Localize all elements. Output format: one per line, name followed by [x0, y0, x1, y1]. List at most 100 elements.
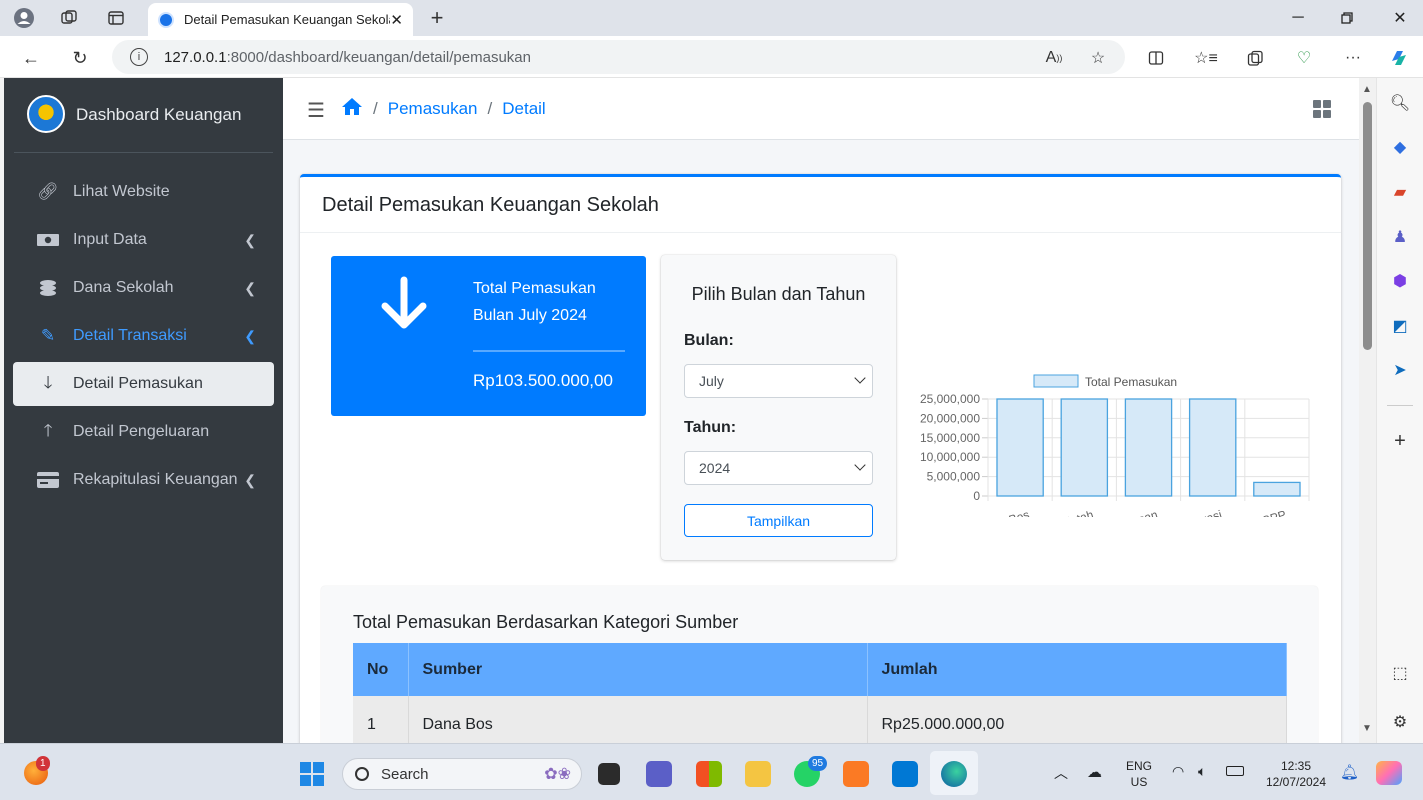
- wifi-icon[interactable]: ◠: [1172, 763, 1184, 780]
- chevron-down-icon: [854, 459, 866, 471]
- page-scrollbar[interactable]: ▲ ▼: [1359, 78, 1376, 743]
- games-icon[interactable]: ♟: [1389, 226, 1411, 248]
- close-window-icon[interactable]: ✕: [1386, 4, 1414, 32]
- site-info-icon[interactable]: i: [130, 48, 148, 66]
- tab-title: Detail Pemasukan Keuangan Sekolah: [184, 12, 391, 27]
- filter-card: Pilih Bulan dan Tahun Bulan: July Tahun:…: [661, 255, 896, 560]
- notification-badge: 1: [36, 756, 50, 771]
- main-content: ☰ / Pemasukan / Detail Detail Pemasukan …: [283, 78, 1359, 743]
- year-select[interactable]: 2024: [684, 451, 873, 485]
- cell-sumber: Dana Bos: [408, 696, 868, 743]
- battery-icon[interactable]: [1226, 766, 1244, 776]
- coins-icon: [35, 279, 61, 297]
- tampilkan-button[interactable]: Tampilkan: [684, 504, 873, 537]
- profile-icon[interactable]: [12, 6, 36, 30]
- microsoft-365-icon[interactable]: ⬢: [1389, 270, 1411, 292]
- clock-time: 12:35: [1280, 759, 1312, 773]
- workspaces-icon[interactable]: [57, 6, 81, 30]
- sidebar-item-dana-sekolah[interactable]: Dana Sekolah ❮: [13, 266, 274, 310]
- hamburger-menu-icon[interactable]: ☰: [307, 98, 325, 123]
- info-title-line2: Bulan July 2024: [473, 307, 587, 324]
- brand-text: Dashboard Keuangan: [76, 105, 242, 124]
- restore-icon[interactable]: [1333, 4, 1361, 32]
- sidebar-item-label: Detail Pemasukan: [73, 375, 203, 392]
- clock[interactable]: 12:35 12/07/2024: [1256, 758, 1336, 790]
- screenshot-icon[interactable]: ⬚: [1389, 662, 1411, 684]
- copilot-taskbar-icon[interactable]: [1376, 761, 1402, 785]
- sidebar-item-label: Dana Sekolah: [73, 279, 174, 296]
- search-icon: [355, 767, 369, 781]
- detail-card: Detail Pemasukan Keuangan Sekolah Total …: [300, 174, 1341, 743]
- send-icon[interactable]: ➤: [1389, 359, 1411, 381]
- column-header-sumber: Sumber: [408, 643, 868, 696]
- bar: [1060, 398, 1109, 497]
- sidebar-item-rekapitulasi-keuangan[interactable]: Rekapitulasi Keuangan ❮: [13, 458, 274, 502]
- sidebar-item-lihat-website[interactable]: 🔗︎ Lihat Website: [13, 170, 274, 214]
- minimize-icon[interactable]: ─: [1284, 4, 1312, 32]
- rail-divider: [1387, 405, 1413, 406]
- cell-no: 1: [353, 696, 409, 743]
- month-select[interactable]: July: [684, 364, 873, 398]
- chevron-left-icon: ❮: [244, 279, 256, 296]
- y-tick-label: 0: [973, 489, 980, 503]
- tools-icon[interactable]: ▰: [1389, 181, 1411, 203]
- refresh-icon[interactable]: ↻: [66, 44, 94, 72]
- settings-gear-icon[interactable]: ⚙: [1389, 711, 1411, 733]
- close-tab-icon[interactable]: ✕: [390, 11, 403, 29]
- url-field[interactable]: i 127.0.0.1:8000/dashboard/keuangan/deta…: [112, 40, 1125, 74]
- favorite-star-icon[interactable]: ☆: [1084, 44, 1112, 72]
- more-options-icon[interactable]: ···: [1339, 44, 1367, 72]
- sidebar-item-detail-pemasukan[interactable]: 🡓 Detail Pemasukan: [13, 362, 274, 406]
- breadcrumb-detail[interactable]: Detail: [502, 99, 545, 119]
- edge-browser-icon[interactable]: [941, 761, 967, 787]
- taskbar-search[interactable]: Search ✿❀: [342, 758, 582, 790]
- filter-title: Pilih Bulan dan Tahun: [691, 284, 866, 304]
- xampp-icon[interactable]: [843, 761, 869, 787]
- scroll-down-icon[interactable]: ▼: [1362, 723, 1372, 734]
- back-icon[interactable]: ←: [17, 44, 45, 72]
- breadcrumb-pemasukan[interactable]: Pemasukan: [388, 99, 478, 119]
- table-title: Total Pemasukan Berdasarkan Kategori Sum…: [353, 612, 739, 632]
- scroll-up-icon[interactable]: ▲: [1362, 84, 1372, 95]
- sidebar-item-input-data[interactable]: Input Data ❮: [13, 218, 274, 262]
- column-header-no: No: [353, 643, 409, 696]
- collections-icon[interactable]: [1241, 44, 1269, 72]
- task-view-icon[interactable]: [598, 763, 620, 785]
- year-label: Tahun:: [684, 419, 737, 436]
- copilot-icon[interactable]: [1385, 44, 1413, 72]
- chevron-up-icon[interactable]: ︿: [1054, 763, 1068, 783]
- outlook-icon[interactable]: ◩: [1389, 315, 1411, 337]
- whatsapp-badge: 95: [808, 756, 828, 771]
- brand[interactable]: Dashboard Keuangan: [14, 78, 273, 153]
- volume-icon[interactable]: 🔈︎: [1198, 763, 1206, 780]
- shopping-tag-icon[interactable]: ◆: [1389, 136, 1411, 158]
- sidebar-item-label: Lihat Website: [73, 183, 170, 200]
- onedrive-icon[interactable]: ☁: [1087, 763, 1102, 781]
- read-aloud-icon[interactable]: A)): [1040, 44, 1068, 72]
- add-icon[interactable]: +: [1389, 430, 1411, 452]
- favorites-icon[interactable]: ☆≡: [1192, 44, 1220, 72]
- microsoft-store-icon[interactable]: [696, 761, 722, 787]
- language-indicator[interactable]: ENG US: [1124, 758, 1154, 790]
- card-title: Detail Pemasukan Keuangan Sekolah: [322, 194, 659, 216]
- sidebar-item-detail-pengeluaran[interactable]: 🡑 Detail Pengeluaran: [13, 410, 274, 454]
- windows-start-icon[interactable]: [300, 762, 324, 786]
- vscode-icon[interactable]: [892, 761, 918, 787]
- home-icon[interactable]: [341, 97, 363, 121]
- sidebar-item-label: Input Data: [73, 231, 147, 248]
- x-tick-label: Koperasi: [1174, 507, 1223, 517]
- browser-tab-active[interactable]: Detail Pemasukan Keuangan Sekolah ✕: [148, 3, 413, 36]
- new-tab-icon[interactable]: +: [425, 5, 449, 30]
- teams-icon[interactable]: [646, 761, 672, 787]
- split-screen-icon[interactable]: [1142, 44, 1170, 72]
- browser-essentials-icon[interactable]: ♡: [1290, 44, 1318, 72]
- link-icon: 🔗︎: [37, 182, 59, 201]
- notification-bell-icon[interactable]: 🔔︎: [1340, 763, 1359, 781]
- sidebar-item-detail-transaksi[interactable]: ✎ Detail Transaksi ❮: [13, 314, 274, 358]
- tab-actions-icon[interactable]: [104, 6, 128, 30]
- file-explorer-icon[interactable]: [745, 761, 771, 787]
- clock-date: 12/07/2024: [1265, 775, 1327, 789]
- search-icon[interactable]: 🔍︎: [1389, 92, 1411, 114]
- scrollbar-thumb[interactable]: [1363, 102, 1372, 350]
- grid-menu-icon[interactable]: [1313, 100, 1331, 118]
